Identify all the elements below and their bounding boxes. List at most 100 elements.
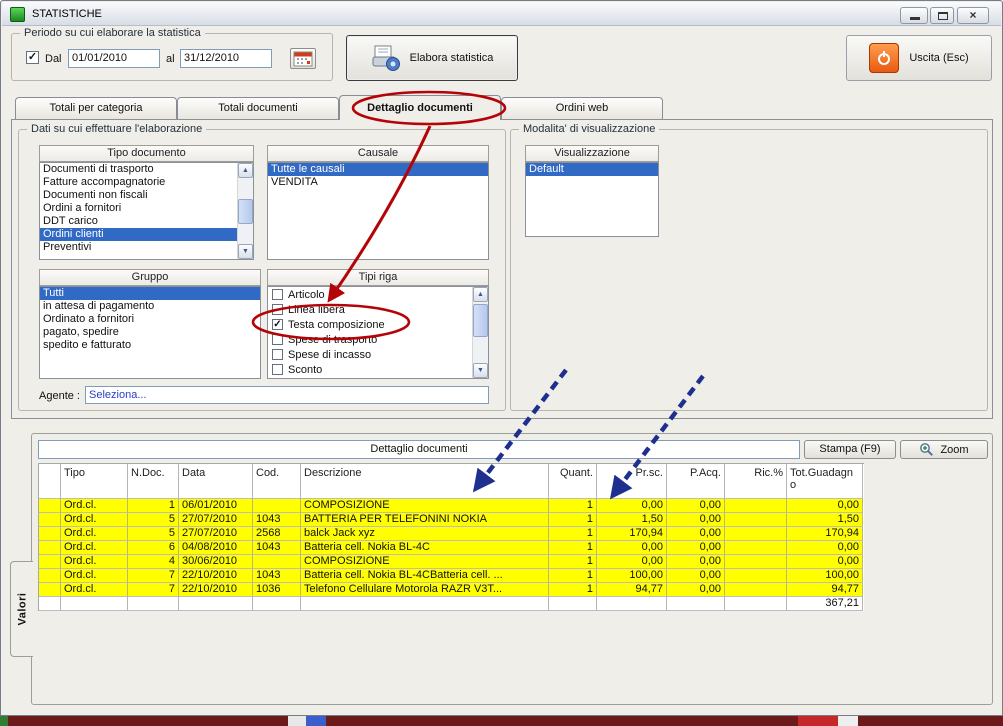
zoom-button[interactable]: Zoom [900,440,988,459]
table-row[interactable]: Ord.cl. 5 27/07/2010 2568 balck Jack xyz 1 170… [39,527,864,541]
checkbox-item[interactable]: Sconto [268,362,488,377]
agente-label: Agente : [39,390,80,402]
table-cell: 1 [549,499,597,513]
checked-checkbox[interactable]: ✓ [272,319,283,330]
scrollbar-track[interactable] [473,302,488,363]
list-item[interactable]: spedito e fatturato [40,339,260,352]
column-header[interactable]: N.Doc. [128,464,179,499]
table-row[interactable]: Ord.cl. 4 30/06/2010 COMPOSIZIONE 1 0,00 0,00 0… [39,555,864,569]
scroll-down-icon[interactable]: ▼ [238,244,253,259]
unchecked-checkbox[interactable] [272,349,283,360]
list-item[interactable]: Fatture accompagnatorie [40,176,253,189]
tab-valori[interactable]: Valori [10,561,33,657]
checkbox-item[interactable]: Spese di trasporto [268,332,488,347]
column-header[interactable]: Quant. [549,464,597,499]
uscita-button[interactable]: Uscita (Esc) [846,35,992,81]
tipi-riga-scrollbar[interactable]: ▲ ▼ [472,287,488,378]
list-item[interactable]: Documenti di trasporto [40,163,253,176]
scrollbar-thumb[interactable] [238,199,253,225]
list-item[interactable]: Preventivi [40,241,253,254]
list-item[interactable]: VENDITA [268,176,488,189]
column-header[interactable]: Tipo [61,464,128,499]
column-header[interactable] [39,464,61,499]
gruppo-header[interactable]: Gruppo [39,269,261,286]
table-cell: 1,50 [787,513,863,527]
unchecked-checkbox[interactable] [272,334,283,345]
report-icon [372,45,400,71]
close-button[interactable]: × [957,7,989,24]
calendar-button[interactable] [290,48,316,69]
unchecked-checkbox[interactable] [272,364,283,375]
tab-dettaglio-documenti[interactable]: Dettaglio documenti [339,95,501,120]
table-cell [597,597,667,611]
list-item[interactable]: in attesa di pagamento [40,300,260,313]
column-header[interactable]: Tot.Guadagno [787,464,863,499]
column-header[interactable]: Descrizione [301,464,549,499]
table-cell [253,499,301,513]
date-from-input[interactable]: 01/01/2010 [68,49,160,68]
table-cell: 1 [549,569,597,583]
table-cell: 1 [549,541,597,555]
list-item-selected[interactable]: Default [526,163,658,176]
table-row[interactable]: Ord.cl. 7 22/10/2010 1036 Telefono Cellulare… [39,583,864,597]
list-item[interactable]: Ordini a fornitori [40,202,253,215]
valori-label: Valori [16,592,28,626]
table-cell: BATTERIA PER TELEFONINI NOKIA [301,513,549,527]
dal-checkbox[interactable]: ✓ [26,51,39,64]
column-header[interactable]: Pr.sc. [597,464,667,499]
maximize-button[interactable] [930,7,954,24]
causale-header[interactable]: Causale [267,145,489,162]
checkbox-item[interactable]: Articolo [268,287,488,302]
table-cell: 5 [128,527,179,541]
column-header[interactable]: P.Acq. [667,464,725,499]
tipo-documento-header[interactable]: Tipo documento [39,145,254,162]
table-cell [725,569,787,583]
agente-select[interactable]: Seleziona... [85,386,489,404]
table-row[interactable]: Ord.cl. 7 22/10/2010 1043 Batteria cell. Nok… [39,569,864,583]
list-item-selected[interactable]: Tutte le causali [268,163,488,176]
table-cell: 0,00 [667,513,725,527]
titlebar[interactable]: STATISTICHE × [2,2,1001,26]
table-cell: 0,00 [667,499,725,513]
table-cell: 100,00 [787,569,863,583]
unchecked-checkbox[interactable] [272,289,283,300]
list-item[interactable]: Documenti non fiscali [40,189,253,202]
list-item[interactable]: pagato, spedire [40,326,260,339]
column-header[interactable]: Ric.% [725,464,787,499]
tab-content-panel: Dati su cui effettuare l'elaborazione Ti… [11,119,993,419]
scroll-up-icon[interactable]: ▲ [473,287,488,302]
list-item-selected[interactable]: Tutti [40,287,260,300]
column-header[interactable]: Cod. [253,464,301,499]
table-row[interactable]: Ord.cl. 5 27/07/2010 1043 BATTERIA PER TELEF… [39,513,864,527]
tipi-riga-header[interactable]: Tipi riga [267,269,489,286]
table-row[interactable]: Ord.cl. 1 06/01/2010 COMPOSIZIONE 1 0,00 0,00 0… [39,499,864,513]
list-item-selected[interactable]: Ordini clienti [40,228,253,241]
scroll-up-icon[interactable]: ▲ [238,163,253,178]
table-cell: 0,00 [667,583,725,597]
column-header[interactable]: Data [179,464,253,499]
list-item[interactable]: DDT carico [40,215,253,228]
tipo-documento-scrollbar[interactable]: ▲ ▼ [237,163,253,259]
table-cell: 1036 [253,583,301,597]
visualizzazione-header[interactable]: Visualizzazione [525,145,659,162]
checkbox-item[interactable]: ✓ Testa composizione [268,317,488,332]
date-to-input[interactable]: 31/12/2010 [180,49,272,68]
checkbox-item[interactable]: Spese di incasso [268,347,488,362]
stampa-button[interactable]: Stampa (F9) [804,440,896,459]
tab-ordini-web[interactable]: Ordini web [501,97,663,119]
table-cell: 22/10/2010 [179,583,253,597]
scroll-down-icon[interactable]: ▼ [473,363,488,378]
unchecked-checkbox[interactable] [272,304,283,315]
checkbox-item[interactable]: Linea libera [268,302,488,317]
minimize-button[interactable] [900,7,928,24]
scrollbar-thumb[interactable] [473,303,488,338]
table-cell [39,597,61,611]
table-cell: 0,00 [597,555,667,569]
scrollbar-track[interactable] [238,178,253,244]
list-item[interactable]: Ordinato a fornitori [40,313,260,326]
periodo-group-label: Periodo su cui elaborare la statistica [20,27,205,39]
elabora-statistica-button[interactable]: Elabora statistica [346,35,518,81]
table-row[interactable]: Ord.cl. 6 04/08/2010 1043 Batteria cell. Nok… [39,541,864,555]
tab-totali-documenti[interactable]: Totali documenti [177,97,339,119]
tab-totali-per-categoria[interactable]: Totali per categoria [15,97,177,119]
